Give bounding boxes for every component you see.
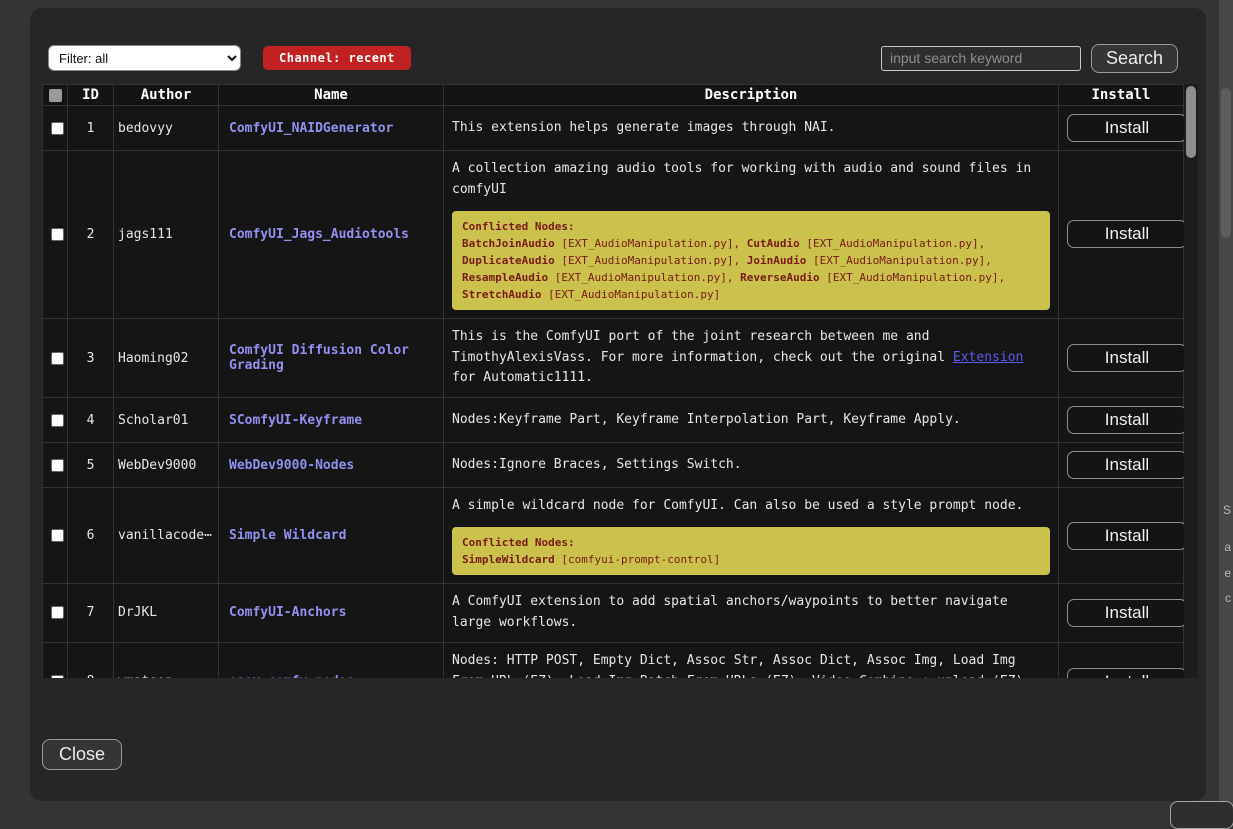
row-id: 1 [68,106,114,151]
row-name-link[interactable]: easy-comfy-nodes [229,674,354,678]
row-description: Nodes: HTTP POST, Empty Dict, Assoc Str,… [452,651,1050,678]
row-author: vanillacode⋯ [114,488,219,584]
conflict-box: Conflicted Nodes: SimpleWildcard [comfyu… [452,527,1050,575]
install-button[interactable]: Install [1067,599,1187,627]
search-button[interactable]: Search [1091,44,1178,73]
header-name: Name [219,85,444,106]
row-id: 2 [68,151,114,319]
table-header-row: ID Author Name Description Install [43,85,1184,106]
row-checkbox[interactable] [51,228,64,241]
header-description: Description [444,85,1059,106]
row-author: DrJKL [114,584,219,643]
header-install: Install [1059,85,1184,106]
row-name-link[interactable]: Simple Wildcard [229,528,346,543]
row-author: WebDev9000 [114,443,219,488]
row-id: 8 [68,642,114,678]
page-scrollbar-thumb[interactable] [1221,88,1231,238]
background-text-fragment: a [1224,540,1231,554]
table-scrollbar[interactable] [1184,84,1198,678]
table-scrollbar-thumb[interactable] [1186,86,1196,158]
row-description: Nodes:Ignore Braces, Settings Switch. [452,455,1050,476]
table-row: 2 jags111 ComfyUI_Jags_Audiotools A coll… [43,151,1184,319]
filter-select[interactable]: Filter: all [48,45,241,71]
toolbar: Filter: all Channel: recent Search [48,44,1178,72]
table-row: 1 bedovyy ComfyUI_NAIDGenerator This ext… [43,106,1184,151]
row-id: 4 [68,398,114,443]
custom-nodes-table: ID Author Name Description Install 1 bed… [42,84,1198,678]
row-description: A collection amazing audio tools for wor… [452,159,1050,201]
row-author: wmatson [114,642,219,678]
row-checkbox[interactable] [51,675,64,678]
install-button[interactable]: Install [1067,344,1187,372]
install-button[interactable]: Install [1067,406,1187,434]
row-id: 5 [68,443,114,488]
conflict-title: Conflicted Nodes: [462,218,1040,235]
install-button[interactable]: Install [1067,220,1187,248]
row-name-link[interactable]: ComfyUI_NAIDGenerator [229,121,393,136]
row-checkbox[interactable] [51,606,64,619]
row-id: 6 [68,488,114,584]
table-row: 5 WebDev9000 WebDev9000-Nodes Nodes:Igno… [43,443,1184,488]
table-row: 7 DrJKL ComfyUI-Anchors A ComfyUI extens… [43,584,1184,643]
install-button[interactable]: Install [1067,522,1187,550]
page-scrollbar[interactable] [1219,0,1233,815]
background-text-fragment: e [1224,566,1231,580]
conflict-items: SimpleWildcard [comfyui-prompt-control] [462,551,1040,568]
conflict-box: Conflicted Nodes: BatchJoinAudio [EXT_Au… [452,211,1050,310]
row-checkbox[interactable] [51,122,64,135]
table-row: 4 Scholar01 SComfyUI-Keyframe Nodes:Keyf… [43,398,1184,443]
install-button[interactable]: Install [1067,668,1187,678]
conflict-items: BatchJoinAudio [EXT_AudioManipulation.py… [462,235,1040,303]
row-author: Haoming02 [114,318,219,397]
row-description: This extension helps generate images thr… [452,118,1050,139]
row-name-link[interactable]: ComfyUI Diffusion Color Grading [229,343,409,373]
install-button[interactable]: Install [1067,451,1187,479]
row-name-link[interactable]: SComfyUI-Keyframe [229,413,362,428]
header-author: Author [114,85,219,106]
row-name-link[interactable]: WebDev9000-Nodes [229,458,354,473]
row-id: 3 [68,318,114,397]
description-link[interactable]: Extension [953,350,1023,365]
row-checkbox[interactable] [51,414,64,427]
row-description: Nodes:Keyframe Part, Keyframe Interpolat… [452,410,1050,431]
row-author: bedovyy [114,106,219,151]
table-row: 6 vanillacode⋯ Simple Wildcard A simple … [43,488,1184,584]
table-row: 3 Haoming02 ComfyUI Diffusion Color Grad… [43,318,1184,397]
row-name-link[interactable]: ComfyUI_Jags_Audiotools [229,227,409,242]
row-author: Scholar01 [114,398,219,443]
row-description: A ComfyUI extension to add spatial ancho… [452,592,1050,634]
row-checkbox[interactable] [51,529,64,542]
row-checkbox[interactable] [51,459,64,472]
row-description: This is the ComfyUI port of the joint re… [452,327,1050,389]
select-all-checkbox[interactable] [49,89,62,102]
row-name-link[interactable]: ComfyUI-Anchors [229,605,346,620]
background-text-fragment: S [1223,503,1231,517]
channel-badge: Channel: recent [263,46,411,70]
search-input[interactable] [881,46,1081,71]
header-id: ID [68,85,114,106]
background-button-fragment [1170,801,1233,829]
conflict-title: Conflicted Nodes: [462,534,1040,551]
row-author: jags111 [114,151,219,319]
close-button[interactable]: Close [42,739,122,770]
row-id: 7 [68,584,114,643]
row-description: A simple wildcard node for ComfyUI. Can … [452,496,1050,517]
table-row: 8 wmatson easy-comfy-nodes Nodes: HTTP P… [43,642,1184,678]
row-checkbox[interactable] [51,352,64,365]
install-custom-nodes-dialog: Filter: all Channel: recent Search ID Au… [30,8,1206,801]
install-button[interactable]: Install [1067,114,1187,142]
background-text-fragment: c [1225,591,1231,605]
